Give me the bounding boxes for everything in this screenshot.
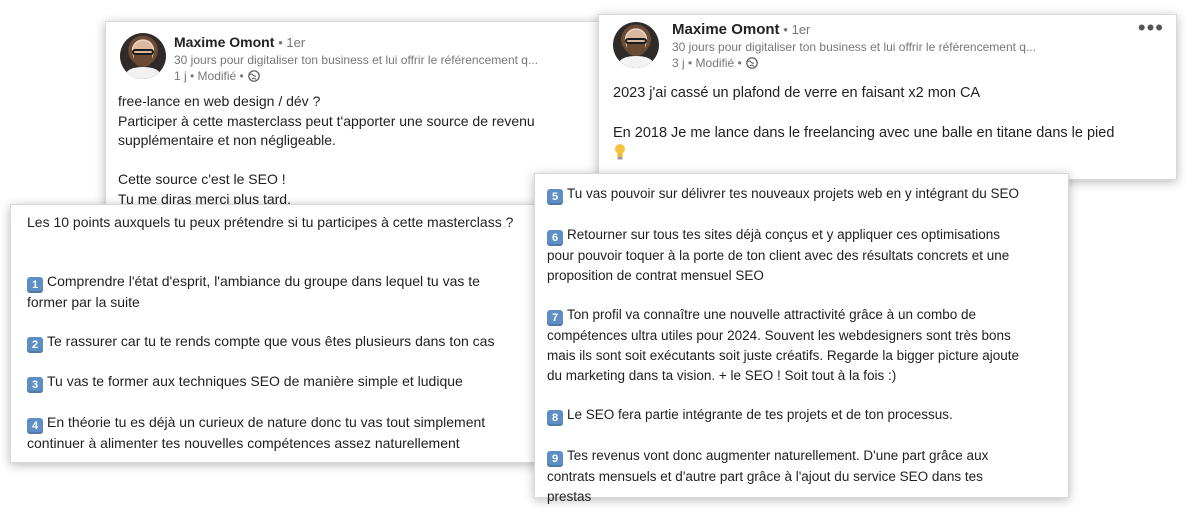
author-name[interactable]: Maxime Omont <box>672 21 780 38</box>
globe-icon <box>247 70 260 82</box>
list-item: 5 Tu vas pouvoir sur délivrer tes nouveau… <box>547 184 1062 205</box>
post-meta: 3 j • Modifié • <box>672 56 742 70</box>
list-item: 9 Tes revenus vont donc augmenter naturel… <box>547 446 1062 468</box>
post-card-2: Maxime Omont • 1er ••• 30 jours pour dig… <box>598 14 1177 180</box>
keycap-4-icon: 4 <box>27 417 43 434</box>
more-options-icon[interactable]: ••• <box>1138 15 1164 41</box>
list-item: 7 Ton profil va connaître une nouvelle at… <box>547 305 1062 327</box>
lightbulb-icon <box>615 144 625 160</box>
author-headline: 30 jours pour digitaliser ton business e… <box>672 40 1036 54</box>
list-item: 2 Te rassurer car tu te rends compte que … <box>27 332 542 353</box>
author-avatar[interactable] <box>613 22 659 68</box>
post-meta: 1 j • Modifié • <box>174 69 244 83</box>
author-avatar[interactable] <box>120 33 166 79</box>
list-item-continued: contrats mensuels et d'autre part grâce … <box>547 469 983 485</box>
list-item-continued: proposition de contrat mensuel SEO <box>547 267 764 283</box>
globe-icon <box>745 57 758 69</box>
keycap-1-icon: 1 <box>27 276 43 293</box>
list-item: 4 En théorie tu es déjà un curieux de nat… <box>27 413 542 434</box>
points-list: 5 Tu vas pouvoir sur délivrer tes nouveau… <box>547 184 1062 507</box>
list-item: 1 Comprendre l'état d'esprit, l'ambiance … <box>27 272 542 293</box>
list-item-continued: former par la suite <box>27 293 140 310</box>
points-intro: Les 10 points auxquels tu peux prétendre… <box>27 214 514 230</box>
connection-degree: • 1er <box>783 22 811 37</box>
list-item-continued: pour pouvoir toquer à la porte de ton cl… <box>547 247 1010 263</box>
list-item-continued: compétences ultra utiles pour 2024. Souv… <box>547 328 1011 344</box>
keycap-2-icon: 2 <box>27 336 43 353</box>
post-line: free-lance en web design / dév ? <box>118 93 321 109</box>
list-item-continued: continuer à alimenter tes nouvelles comp… <box>27 434 460 451</box>
post-body: free-lance en web design / dév ? Partici… <box>118 92 598 209</box>
points-list: Les 10 points auxquels tu peux prétendre… <box>27 213 542 453</box>
keycap-6-icon: 6 <box>547 229 563 246</box>
post-body: 2023 j'ai cassé un plafond de verre en f… <box>613 83 1163 163</box>
post-line: En 2018 Je me lance dans le freelancing … <box>613 125 1115 141</box>
author-name[interactable]: Maxime Omont <box>174 34 274 50</box>
points-card-left: Les 10 points auxquels tu peux prétendre… <box>10 204 550 463</box>
list-item: 8 Le SEO fera partie intégrante de tes pr… <box>547 405 1062 427</box>
points-card-right: 5 Tu vas pouvoir sur délivrer tes nouveau… <box>534 173 1069 504</box>
keycap-9-icon: 9 <box>547 451 563 468</box>
list-item: 6 Retourner sur tous tes sites déjà conçu… <box>547 225 1062 246</box>
list-item: 3 Tu vas te former aux techniques SEO de … <box>27 372 542 393</box>
list-item-continued: mais ils sont soit exécutants soit juste… <box>547 347 1019 363</box>
keycap-3-icon: 3 <box>27 377 43 393</box>
post-line: supplémentaire et non négligeable. <box>118 132 336 148</box>
keycap-7-icon: 7 <box>547 310 563 327</box>
list-item-continued: prestas <box>547 488 592 504</box>
keycap-5-icon: 5 <box>547 189 563 205</box>
post-line: Cette source c'est le SEO ! <box>118 171 286 187</box>
post-line: Participer à cette masterclass peut t'ap… <box>118 112 535 129</box>
list-item-continued: du marketing dans ta vision. + le SEO ! … <box>547 367 897 383</box>
post-line: 2023 j'ai cassé un plafond de verre en f… <box>613 85 981 101</box>
author-headline: 30 jours pour digitaliser ton business e… <box>174 53 538 67</box>
connection-degree: • 1er <box>278 35 306 50</box>
keycap-8-icon: 8 <box>547 410 563 427</box>
